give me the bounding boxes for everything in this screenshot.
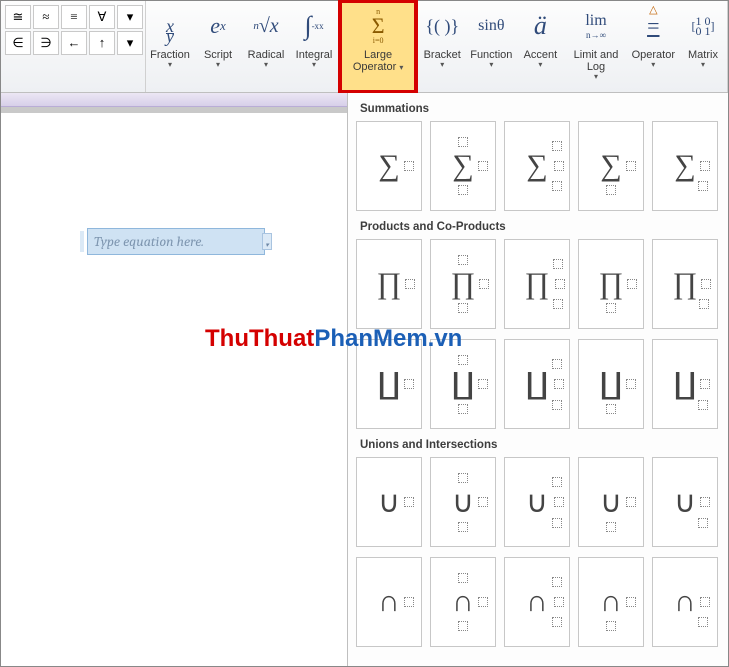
panel-section-title: Summations [348,93,728,121]
operator-tile[interactable]: ∑ [356,121,422,211]
large-operator-panel: Summations∑∑∑∑∑Products and Co-Products∏… [347,93,728,666]
radical-label: Radical [248,47,285,61]
operator-tile[interactable]: ∏ [504,239,570,329]
page-gap [1,107,347,113]
panel-section-title: Products and Co-Products [348,211,728,239]
caret-icon: ▾ [651,61,655,69]
operator-tile[interactable]: ∪ [578,457,644,547]
integral-icon: ∫-xx [294,5,334,47]
fraction-label: Fraction [150,47,190,61]
script-label: Script [204,47,232,61]
caret-icon: ▾ [216,61,220,69]
caret-icon: ▾ [538,61,542,69]
matrix-group[interactable]: [1 00 1] Matrix ▾ [679,1,728,92]
radical-group[interactable]: n√x Radical ▾ [242,1,290,92]
symbol-cell[interactable]: ← [61,31,87,55]
operator-label: Operator [632,47,675,61]
operator-tile[interactable]: ∐ [356,339,422,429]
integral-label: Integral [296,47,333,61]
operator-tile[interactable]: ∩ [578,557,644,647]
panel-section-title: Unions and Intersections [348,429,728,457]
equation-placeholder[interactable]: Type equation here. ▾ [87,228,265,255]
operator-tile[interactable]: ∑ [504,121,570,211]
symbol-cell[interactable]: ∋ [33,31,59,55]
operator-tile[interactable]: ∐ [652,339,718,429]
symbol-cell[interactable]: ≅ [5,5,31,29]
operator-tile[interactable]: ∏ [430,239,496,329]
operator-tile[interactable]: ∐ [430,339,496,429]
script-group[interactable]: ex Script ▾ [194,1,242,92]
integral-group[interactable]: ∫-xx Integral ▾ [290,1,338,92]
document-area: Type equation here. ▾ [1,93,347,666]
symbol-cell[interactable]: ∀ [89,5,115,29]
caret-icon: ▾ [489,61,493,69]
operator-tile[interactable]: ∑ [430,121,496,211]
fraction-icon: x y [150,5,190,47]
symbol-cell[interactable]: ▾ [117,5,143,29]
symbol-grid: ≅≈≡∀▾ ∈∋←↑▾ [1,1,146,92]
bracket-icon: {( )} [422,5,462,47]
bracket-group[interactable]: {( )} Bracket ▾ [418,1,466,92]
matrix-icon: [1 00 1] [683,5,723,47]
fraction-group[interactable]: x y Fraction ▾ [146,1,194,92]
operator-tile[interactable]: ∪ [652,457,718,547]
large-operator-label: Large Operator ▾ [344,47,412,73]
large-operator-icon: n Σ i=0 [356,5,400,47]
operator-tile[interactable]: ∪ [504,457,570,547]
symbol-cell[interactable]: ↑ [89,31,115,55]
operator-tile[interactable]: ∩ [652,557,718,647]
accent-label: Accent [524,47,558,61]
operator-tile[interactable]: ∏ [578,239,644,329]
limit-icon: lim n→∞ [570,5,622,47]
symbol-cell[interactable]: ∈ [5,31,31,55]
ribbon: ≅≈≡∀▾ ∈∋←↑▾ x y Fraction ▾ ex Script ▾ n… [1,1,728,93]
caret-icon: ▾ [594,73,598,81]
operator-tile[interactable]: ∐ [578,339,644,429]
operator-tile[interactable]: ∐ [504,339,570,429]
operator-tile[interactable]: ∪ [356,457,422,547]
bracket-label: Bracket [424,47,461,61]
operator-tile[interactable]: ∪ [430,457,496,547]
script-icon: ex [198,5,238,47]
function-label: Function [470,47,512,61]
symbol-cell[interactable]: ▾ [117,31,143,55]
caret-icon: ▾ [264,61,268,69]
symbol-cell[interactable]: ≈ [33,5,59,29]
radical-icon: n√x [246,5,286,47]
operator-tile[interactable]: ∏ [356,239,422,329]
operator-group-btn[interactable]: △= Operator ▾ [628,1,679,92]
operator-tile[interactable]: ∩ [504,557,570,647]
operator-tile[interactable]: ∑ [652,121,718,211]
equation-handle[interactable]: ▾ [262,233,272,250]
operator-tile[interactable]: ∩ [430,557,496,647]
large-operator-group[interactable]: n Σ i=0 Large Operator ▾ [338,0,418,94]
caret-icon: ▾ [701,61,705,69]
caret-icon: ▾ [168,61,172,69]
caret-icon: ▾ [312,61,316,69]
equation-placeholder-text: Type equation here. [94,233,204,250]
operator-icon: △= [633,5,673,47]
caret-icon: ▾ [440,61,444,69]
limit-group[interactable]: lim n→∞ Limit and Log ▾ [564,1,627,92]
operator-tile[interactable]: ∩ [356,557,422,647]
accent-group[interactable]: ä Accent ▾ [516,1,564,92]
function-icon: sinθ [471,5,511,47]
symbol-cell[interactable]: ≡ [61,5,87,29]
matrix-label: Matrix [688,47,718,61]
operator-tile[interactable]: ∏ [652,239,718,329]
ruler-bar [1,93,347,107]
accent-icon: ä [520,5,560,47]
function-group[interactable]: sinθ Function ▾ [466,1,516,92]
limit-label: Limit and Log [568,47,623,73]
operator-tile[interactable]: ∑ [578,121,644,211]
